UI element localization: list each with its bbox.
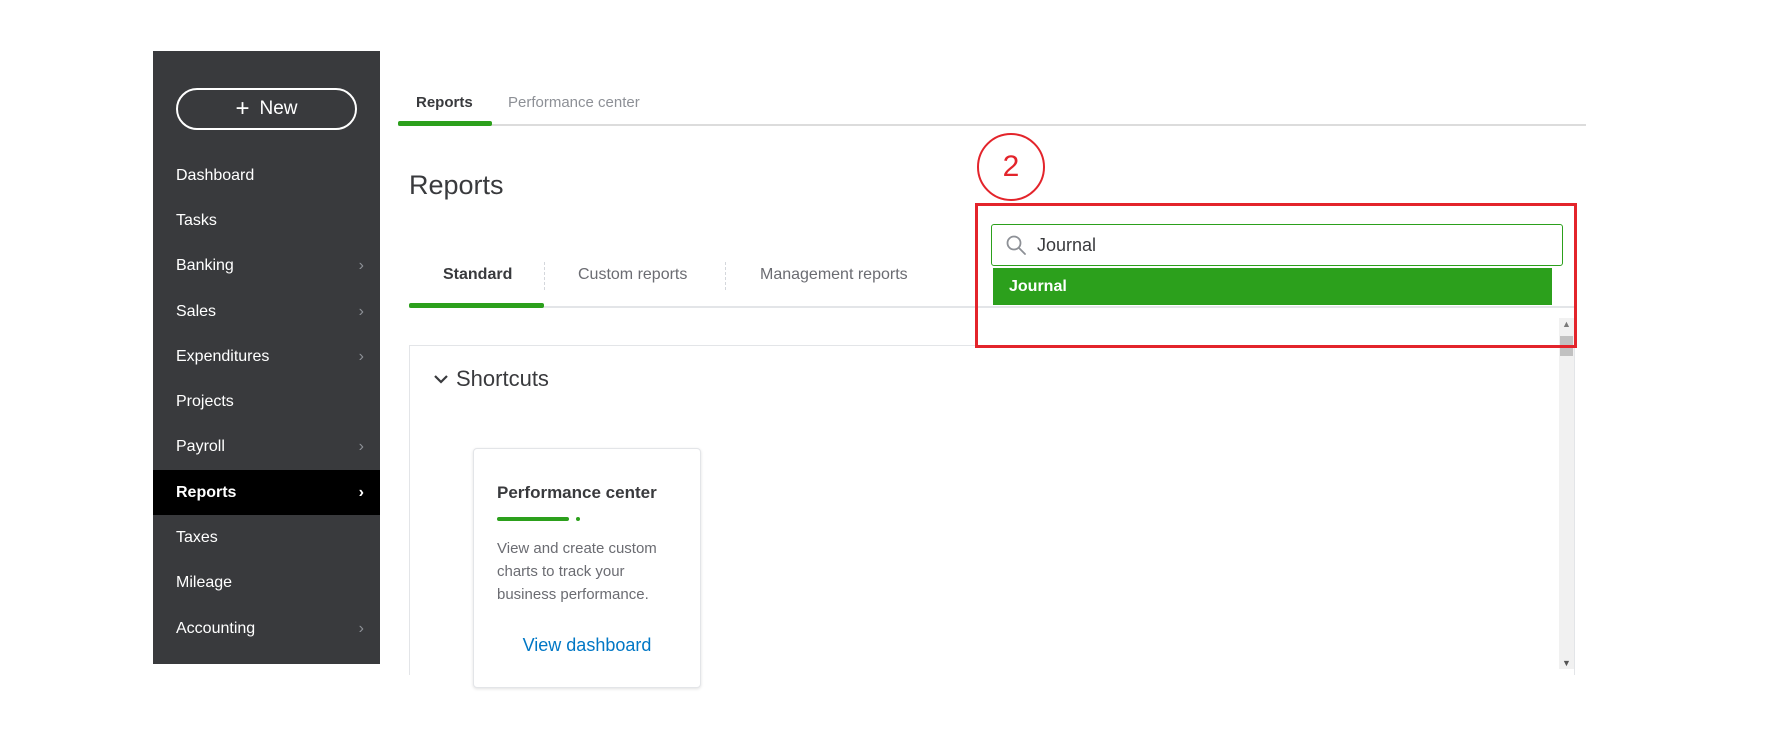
active-tab-indicator [409,303,544,308]
card-accent-bar [497,517,569,521]
sidebar-item-taxes[interactable]: Taxes [153,515,380,560]
sidebar-item-label: Taxes [176,529,218,547]
top-tabs: Reports Performance center [398,84,1586,126]
annotation-step-number: 2 [977,133,1045,201]
sidebar-item-tasks[interactable]: Tasks [153,198,380,243]
tab-divider [725,262,726,290]
chevron-right-icon: › [358,619,364,637]
chevron-right-icon: › [358,483,364,501]
sidebar-item-expenditures[interactable]: Expenditures › [153,334,380,379]
sidebar-item-label: Expenditures [176,347,270,365]
sidebar-item-label: Reports [176,483,237,501]
new-button-label: New [259,98,298,119]
sidebar-item-label: Mileage [176,574,233,592]
sidebar-item-label: Dashboard [176,166,255,184]
shortcuts-panel: Shortcuts Performance center View and cr… [409,345,1575,688]
sidebar-item-mileage[interactable]: Mileage [153,561,380,606]
card-description: View and create custom charts to track y… [497,540,657,603]
chevron-right-icon: › [358,302,364,320]
sidebar-item-dashboard[interactable]: Dashboard [153,153,380,198]
sidebar: + New Dashboard Tasks Banking › Sales › … [153,51,380,664]
scroll-down-arrow-icon[interactable]: ▼ [1559,657,1574,669]
shortcuts-toggle[interactable]: Shortcuts [432,366,549,392]
sidebar-item-label: Sales [176,302,217,320]
tab-reports[interactable]: Reports [416,94,473,111]
chevron-right-icon: › [358,257,364,275]
sidebar-item-label: Banking [176,257,234,275]
sidebar-item-label: Payroll [176,438,225,456]
chevron-right-icon: › [358,347,364,365]
card-accent-dot [576,517,580,521]
tab-management-reports[interactable]: Management reports [760,266,908,284]
chevron-right-icon: › [358,438,364,456]
new-button[interactable]: + New [176,88,357,130]
sidebar-item-reports[interactable]: Reports › [153,470,380,516]
tab-custom-reports[interactable]: Custom reports [578,266,687,284]
page-title: Reports [409,170,504,200]
sidebar-item-banking[interactable]: Banking › [153,244,380,289]
shortcuts-title: Shortcuts [456,366,549,391]
sidebar-item-projects[interactable]: Projects [153,379,380,424]
sidebar-item-label: Accounting [176,619,256,637]
sidebar-item-sales[interactable]: Sales › [153,289,380,334]
active-tab-indicator [398,121,492,126]
tab-divider [544,262,545,290]
sidebar-item-accounting[interactable]: Accounting › [153,606,380,651]
chevron-down-icon [434,375,448,384]
tab-performance-center[interactable]: Performance center [508,94,640,111]
vertical-scrollbar[interactable]: ▲ ▼ [1559,318,1574,669]
sidebar-item-payroll[interactable]: Payroll › [153,425,380,470]
sidebar-item-label: Projects [176,393,234,411]
sidebar-item-label: Tasks [176,211,217,229]
sidebar-nav: Dashboard Tasks Banking › Sales › Expend… [153,153,380,651]
card-title: Performance center [497,483,657,502]
annotation-highlight-box [975,203,1577,348]
performance-center-card: Performance center View and create custo… [473,448,701,688]
plus-icon: + [235,95,250,122]
tab-standard[interactable]: Standard [443,266,512,284]
view-dashboard-link[interactable]: View dashboard [474,635,700,656]
